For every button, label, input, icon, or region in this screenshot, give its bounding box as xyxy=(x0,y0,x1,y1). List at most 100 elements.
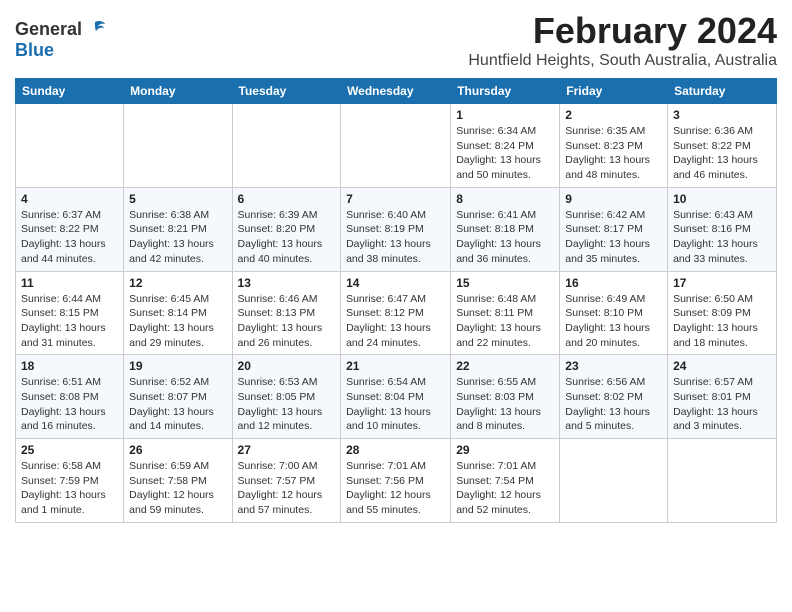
day-info: Sunrise: 6:58 AM Sunset: 7:59 PM Dayligh… xyxy=(21,459,118,518)
calendar-cell: 26Sunrise: 6:59 AM Sunset: 7:58 PM Dayli… xyxy=(124,439,232,523)
calendar-cell: 17Sunrise: 6:50 AM Sunset: 8:09 PM Dayli… xyxy=(668,271,777,355)
day-number: 14 xyxy=(346,276,445,290)
day-number: 20 xyxy=(238,359,336,373)
calendar-cell: 6 Sunrise: 6:39 AM Sunset: 8:20 PM Daylig… xyxy=(232,187,341,271)
day-number: 29 xyxy=(456,443,554,457)
day-info: Sunrise: 6:56 AM Sunset: 8:02 PM Dayligh… xyxy=(565,375,662,434)
day-info: Sunrise: 6:46 AM Sunset: 8:13 PM Dayligh… xyxy=(238,292,336,351)
day-number: 15 xyxy=(456,276,554,290)
day-info: Sunrise: 6:34 AM Sunset: 8:24 PM Dayligh… xyxy=(456,124,554,183)
calendar-cell xyxy=(232,104,341,188)
day-info: Sunrise: 6:52 AM Sunset: 8:07 PM Dayligh… xyxy=(129,375,226,434)
day-info: Sunrise: 7:01 AM Sunset: 7:56 PM Dayligh… xyxy=(346,459,445,518)
day-number: 2 xyxy=(565,108,662,122)
calendar-cell: 28 Sunrise: 7:01 AM Sunset: 7:56 PM Dayli… xyxy=(341,439,451,523)
logo-blue-text: Blue xyxy=(15,40,54,61)
weekday-header-cell: Friday xyxy=(560,79,668,104)
day-number: 24 xyxy=(673,359,771,373)
day-info: Sunrise: 6:41 AM Sunset: 8:18 PM Dayligh… xyxy=(456,208,554,267)
day-info: Sunrise: 6:57 AM Sunset: 8:01 PM Dayligh… xyxy=(673,375,771,434)
day-number: 10 xyxy=(673,192,771,206)
calendar-cell: 10 Sunrise: 6:43 AM Sunset: 8:16 PM Dayli… xyxy=(668,187,777,271)
day-info: Sunrise: 6:48 AM Sunset: 8:11 PM Dayligh… xyxy=(456,292,554,351)
day-number: 28 xyxy=(346,443,445,457)
day-number: 9 xyxy=(565,192,662,206)
calendar-cell: 24 Sunrise: 6:57 AM Sunset: 8:01 PM Dayli… xyxy=(668,355,777,439)
day-number: 27 xyxy=(238,443,336,457)
calendar-cell xyxy=(560,439,668,523)
calendar-cell: 7Sunrise: 6:40 AM Sunset: 8:19 PM Daylig… xyxy=(341,187,451,271)
day-number: 25 xyxy=(21,443,118,457)
day-info: Sunrise: 6:37 AM Sunset: 8:22 PM Dayligh… xyxy=(21,208,118,267)
calendar-cell xyxy=(16,104,124,188)
logo-bird-icon xyxy=(84,18,106,40)
calendar-cell: 20Sunrise: 6:53 AM Sunset: 8:05 PM Dayli… xyxy=(232,355,341,439)
calendar-cell: 27 Sunrise: 7:00 AM Sunset: 7:57 PM Dayli… xyxy=(232,439,341,523)
day-info: Sunrise: 7:00 AM Sunset: 7:57 PM Dayligh… xyxy=(238,459,336,518)
day-info: Sunrise: 6:38 AM Sunset: 8:21 PM Dayligh… xyxy=(129,208,226,267)
day-number: 1 xyxy=(456,108,554,122)
calendar-cell: 5 Sunrise: 6:38 AM Sunset: 8:21 PM Daylig… xyxy=(124,187,232,271)
day-info: Sunrise: 6:54 AM Sunset: 8:04 PM Dayligh… xyxy=(346,375,445,434)
calendar-cell: 16 Sunrise: 6:49 AM Sunset: 8:10 PM Dayli… xyxy=(560,271,668,355)
day-number: 16 xyxy=(565,276,662,290)
calendar-cell: 23 Sunrise: 6:56 AM Sunset: 8:02 PM Dayli… xyxy=(560,355,668,439)
day-number: 18 xyxy=(21,359,118,373)
day-number: 11 xyxy=(21,276,118,290)
calendar-cell: 22 Sunrise: 6:55 AM Sunset: 8:03 PM Dayli… xyxy=(451,355,560,439)
logo-general-text: General xyxy=(15,19,82,40)
day-number: 19 xyxy=(129,359,226,373)
weekday-header-cell: Tuesday xyxy=(232,79,341,104)
calendar-cell: 4 Sunrise: 6:37 AM Sunset: 8:22 PM Daylig… xyxy=(16,187,124,271)
month-year-title: February 2024 xyxy=(468,10,777,52)
calendar-cell: 11Sunrise: 6:44 AM Sunset: 8:15 PM Dayli… xyxy=(16,271,124,355)
day-info: Sunrise: 6:59 AM Sunset: 7:58 PM Dayligh… xyxy=(129,459,226,518)
title-section: February 2024 Huntfield Heights, South A… xyxy=(468,10,777,70)
day-number: 12 xyxy=(129,276,226,290)
day-number: 6 xyxy=(238,192,336,206)
calendar-cell: 18 Sunrise: 6:51 AM Sunset: 8:08 PM Dayli… xyxy=(16,355,124,439)
calendar-cell: 13 Sunrise: 6:46 AM Sunset: 8:13 PM Dayli… xyxy=(232,271,341,355)
day-info: Sunrise: 6:43 AM Sunset: 8:16 PM Dayligh… xyxy=(673,208,771,267)
day-info: Sunrise: 6:45 AM Sunset: 8:14 PM Dayligh… xyxy=(129,292,226,351)
day-number: 13 xyxy=(238,276,336,290)
calendar-cell: 21 Sunrise: 6:54 AM Sunset: 8:04 PM Dayli… xyxy=(341,355,451,439)
day-info: Sunrise: 6:36 AM Sunset: 8:22 PM Dayligh… xyxy=(673,124,771,183)
calendar-cell: 15 Sunrise: 6:48 AM Sunset: 8:11 PM Dayli… xyxy=(451,271,560,355)
day-info: Sunrise: 7:01 AM Sunset: 7:54 PM Dayligh… xyxy=(456,459,554,518)
day-info: Sunrise: 6:47 AM Sunset: 8:12 PM Dayligh… xyxy=(346,292,445,351)
weekday-header-row: SundayMondayTuesdayWednesdayThursdayFrid… xyxy=(16,79,777,104)
day-info: Sunrise: 6:55 AM Sunset: 8:03 PM Dayligh… xyxy=(456,375,554,434)
day-number: 5 xyxy=(129,192,226,206)
logo: General Blue xyxy=(15,18,106,61)
calendar-week-row: 18 Sunrise: 6:51 AM Sunset: 8:08 PM Dayli… xyxy=(16,355,777,439)
calendar-cell: 2 Sunrise: 6:35 AM Sunset: 8:23 PM Daylig… xyxy=(560,104,668,188)
day-number: 7 xyxy=(346,192,445,206)
day-info: Sunrise: 6:49 AM Sunset: 8:10 PM Dayligh… xyxy=(565,292,662,351)
calendar-cell: 9 Sunrise: 6:42 AM Sunset: 8:17 PM Daylig… xyxy=(560,187,668,271)
day-number: 3 xyxy=(673,108,771,122)
calendar-body: 1 Sunrise: 6:34 AM Sunset: 8:24 PM Daylig… xyxy=(16,104,777,523)
calendar-cell xyxy=(668,439,777,523)
calendar-cell: 3 Sunrise: 6:36 AM Sunset: 8:22 PM Daylig… xyxy=(668,104,777,188)
weekday-header-cell: Sunday xyxy=(16,79,124,104)
day-info: Sunrise: 6:39 AM Sunset: 8:20 PM Dayligh… xyxy=(238,208,336,267)
day-number: 4 xyxy=(21,192,118,206)
day-info: Sunrise: 6:42 AM Sunset: 8:17 PM Dayligh… xyxy=(565,208,662,267)
weekday-header-cell: Thursday xyxy=(451,79,560,104)
day-info: Sunrise: 6:51 AM Sunset: 8:08 PM Dayligh… xyxy=(21,375,118,434)
day-number: 22 xyxy=(456,359,554,373)
day-info: Sunrise: 6:35 AM Sunset: 8:23 PM Dayligh… xyxy=(565,124,662,183)
calendar-cell xyxy=(124,104,232,188)
day-number: 21 xyxy=(346,359,445,373)
calendar-week-row: 11Sunrise: 6:44 AM Sunset: 8:15 PM Dayli… xyxy=(16,271,777,355)
day-number: 23 xyxy=(565,359,662,373)
day-number: 17 xyxy=(673,276,771,290)
calendar-week-row: 25 Sunrise: 6:58 AM Sunset: 7:59 PM Dayli… xyxy=(16,439,777,523)
calendar-week-row: 4 Sunrise: 6:37 AM Sunset: 8:22 PM Daylig… xyxy=(16,187,777,271)
header: General Blue February 2024 Huntfield Hei… xyxy=(15,10,777,70)
day-number: 8 xyxy=(456,192,554,206)
calendar-week-row: 1 Sunrise: 6:34 AM Sunset: 8:24 PM Daylig… xyxy=(16,104,777,188)
calendar-cell: 19 Sunrise: 6:52 AM Sunset: 8:07 PM Dayli… xyxy=(124,355,232,439)
calendar-cell xyxy=(341,104,451,188)
